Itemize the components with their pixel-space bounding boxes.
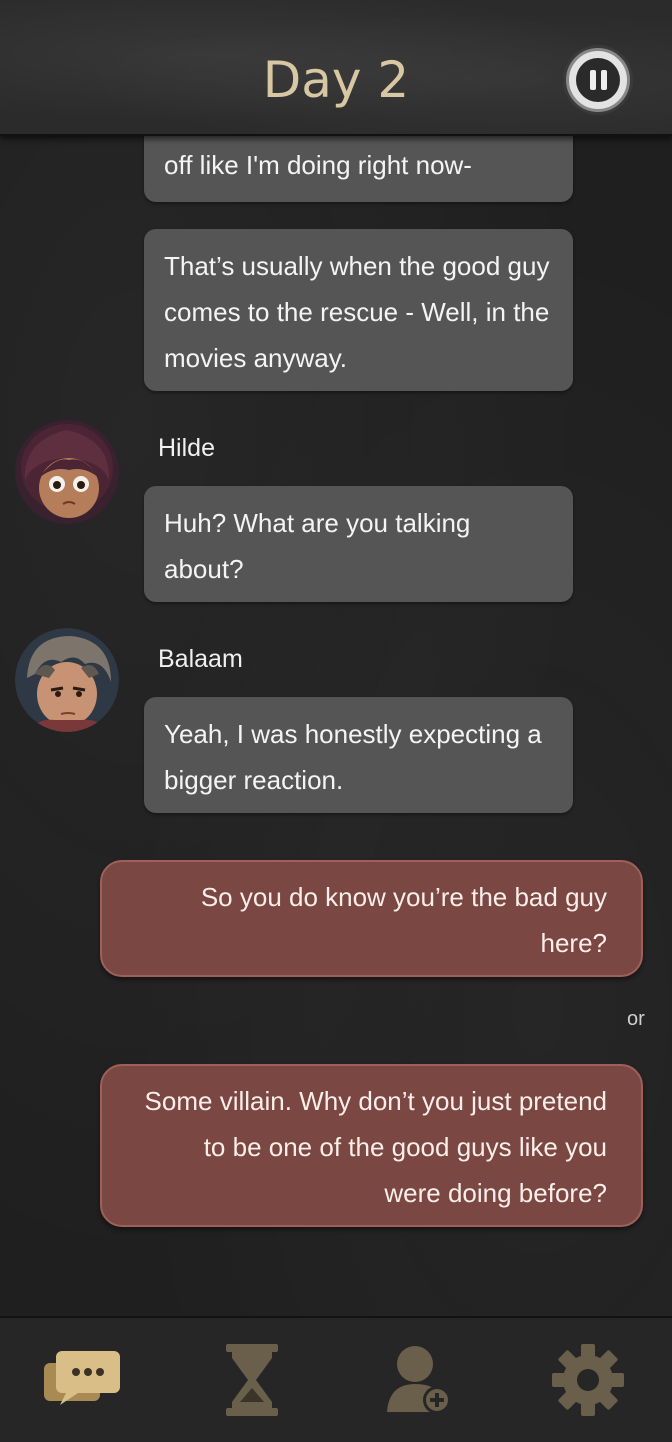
tab-settings[interactable] [504,1318,672,1442]
reply-choice-2[interactable]: Some villain. Why don’t you just pretend… [100,1064,643,1227]
tab-add-friend[interactable] [336,1318,504,1442]
choice-separator: or [627,1008,645,1030]
pause-icon [576,58,620,102]
choice-text: So you do know you’re the bad guy here? [200,882,607,958]
message-bubble: Huh? What are you talking about? [144,486,573,602]
message-text: Yeah, I was honestly expecting a bigger … [164,719,542,795]
tab-chat[interactable] [0,1318,168,1442]
bottom-tab-bar [0,1316,672,1442]
message-text: Huh? What are you talking about? [164,508,471,584]
hilde-avatar [15,420,119,524]
top-bar: Day 2 [0,0,672,136]
message-bubble: Yeah, I was honestly expecting a bigger … [144,697,573,813]
choice-text: Some villain. Why don’t you just pretend… [144,1086,607,1208]
speaker-name: Hilde [158,434,215,462]
message-text: That’s usually when the good guy comes t… [164,251,550,373]
reply-choice-1[interactable]: So you do know you’re the bad guy here? [100,860,643,977]
chat-icon [44,1351,120,1405]
gear-icon [552,1344,624,1416]
balaam-avatar [15,628,119,732]
add-user-icon [387,1346,451,1414]
hourglass-icon [226,1344,278,1416]
message-bubble: That’s usually when the good guy comes t… [144,229,573,391]
message-text: off like I'm doing right now- [164,150,472,180]
tab-time[interactable] [168,1318,336,1442]
speaker-name: Balaam [158,645,243,673]
pause-button[interactable] [566,48,630,112]
